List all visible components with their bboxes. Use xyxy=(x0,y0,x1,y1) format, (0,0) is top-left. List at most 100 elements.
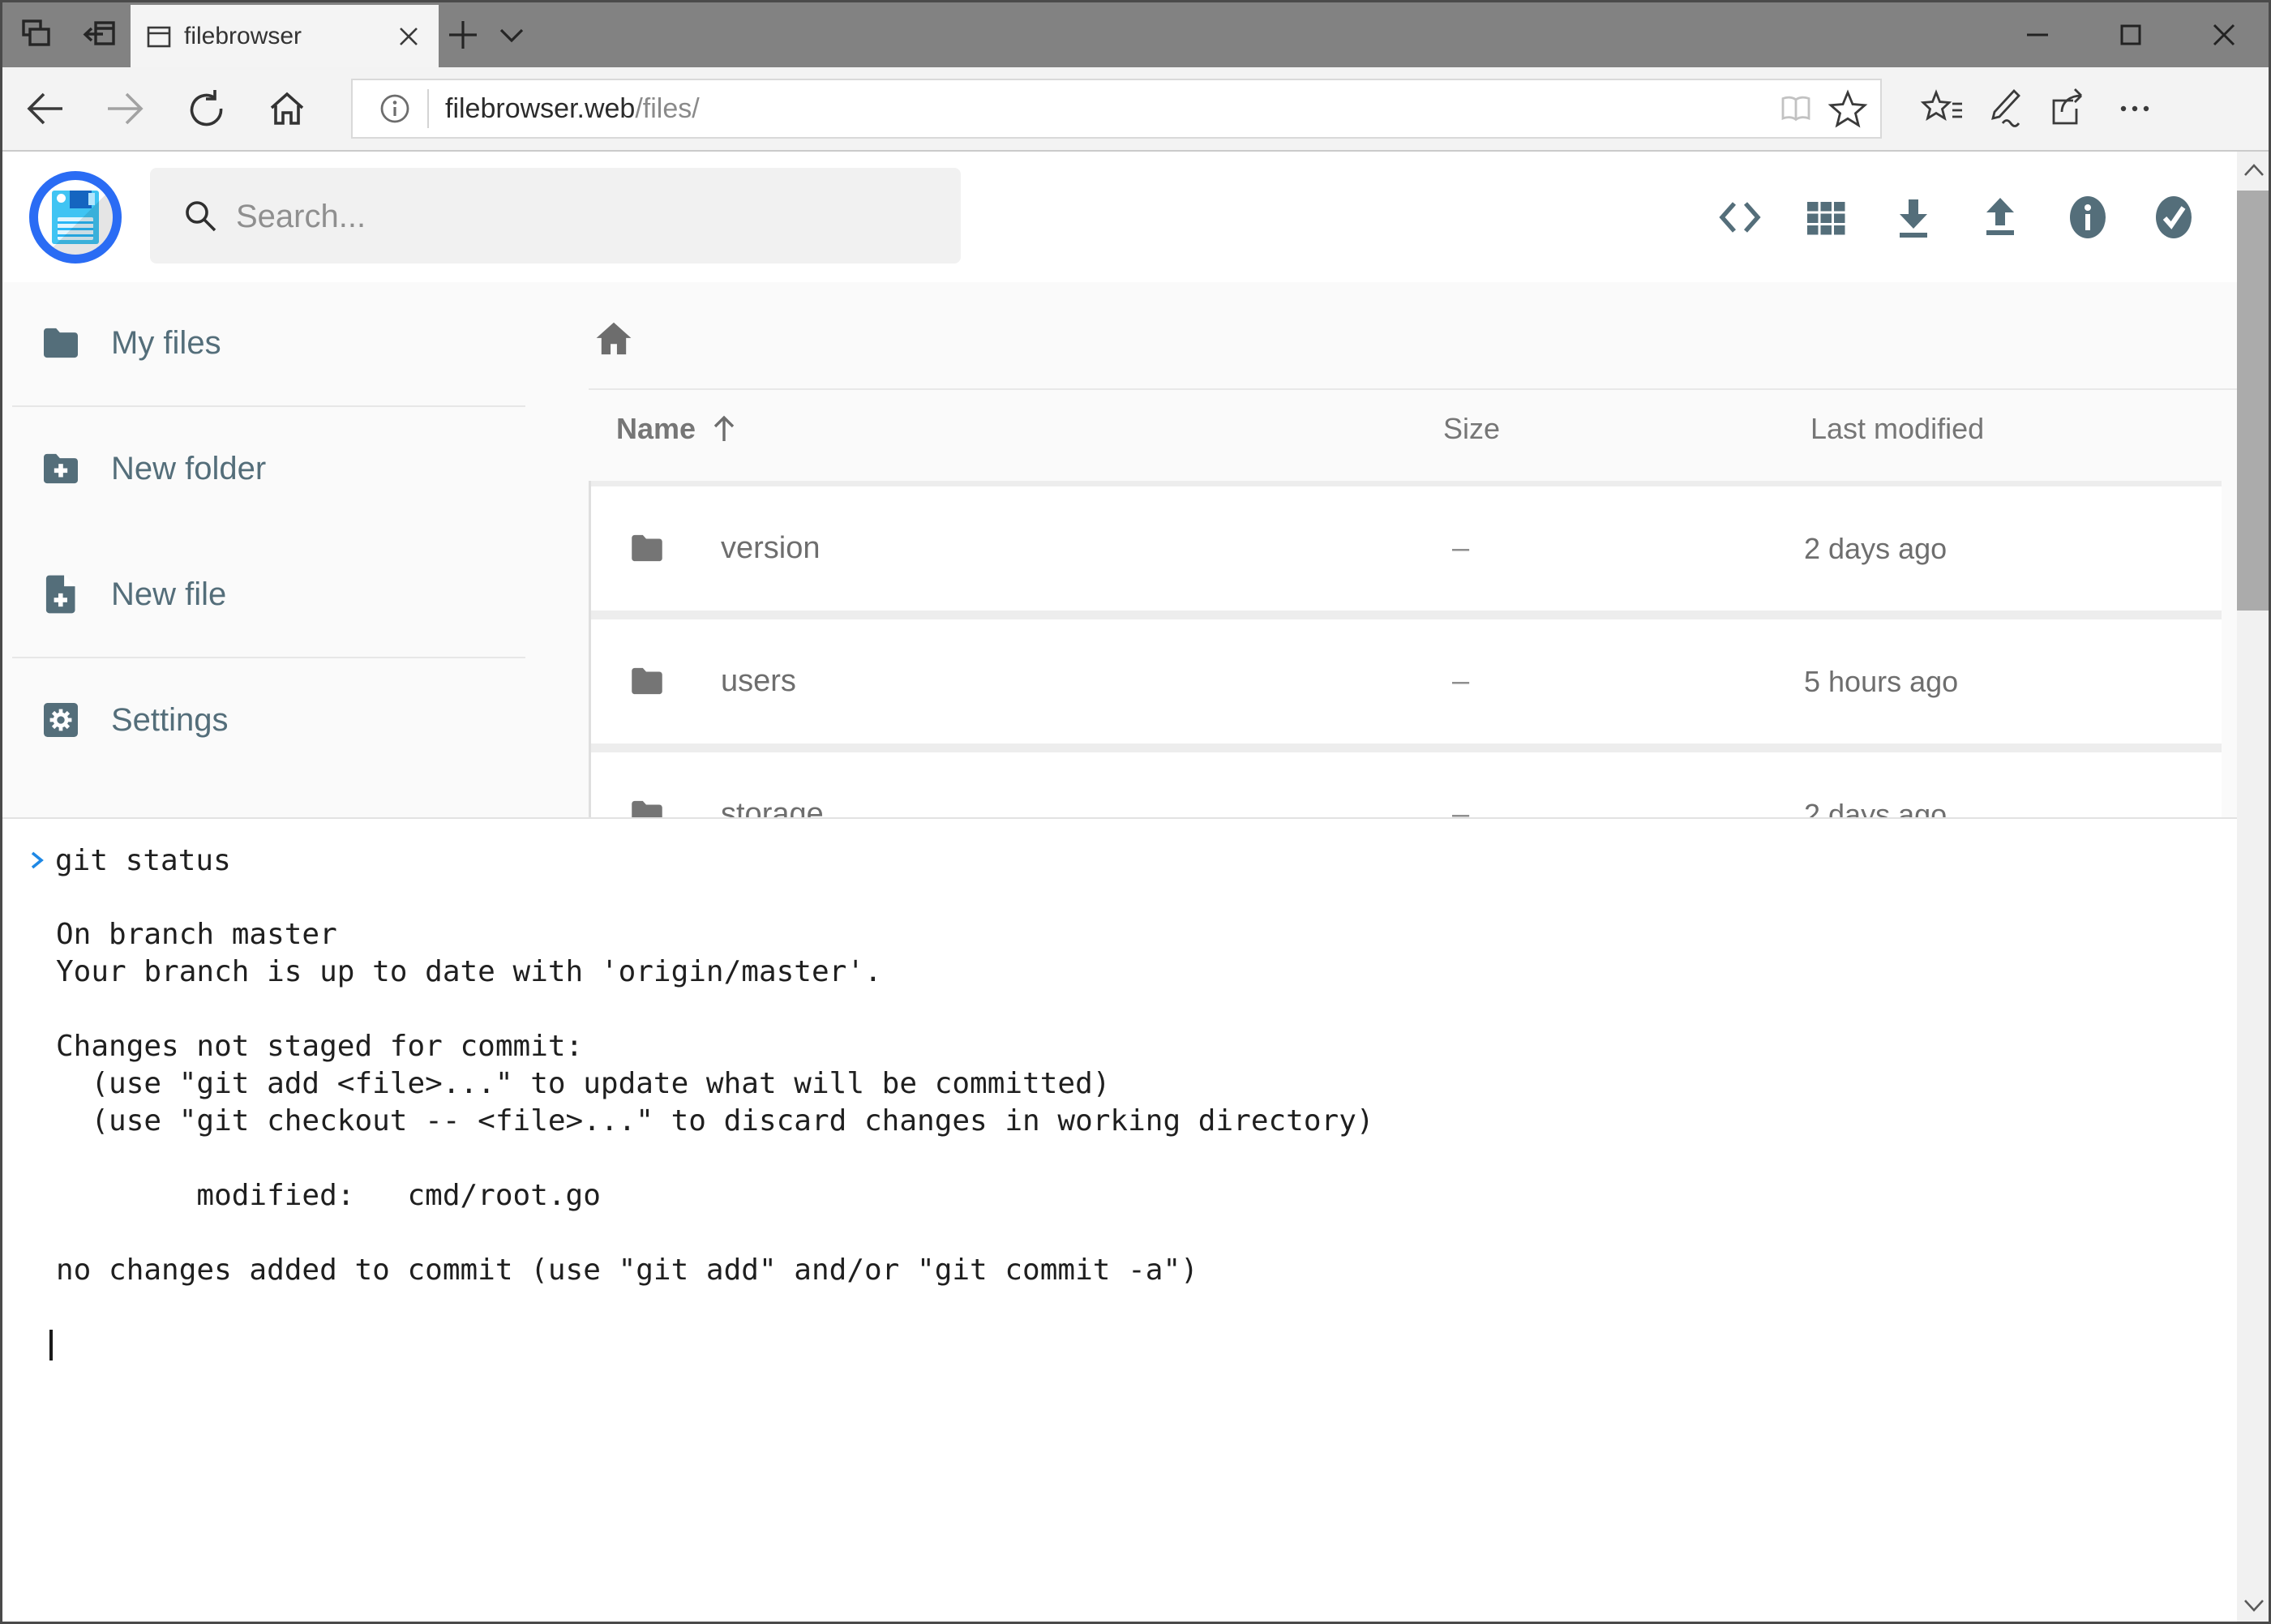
close-window-button[interactable] xyxy=(2198,9,2250,61)
sidebar-divider xyxy=(12,657,525,658)
share-icon xyxy=(2046,86,2091,131)
prompt-chevron-icon xyxy=(27,848,48,872)
search-box[interactable] xyxy=(150,168,961,264)
new-tab-button[interactable] xyxy=(440,12,486,58)
column-header-name[interactable]: Name xyxy=(616,412,739,446)
tab-filebrowser[interactable]: filebrowser xyxy=(131,5,439,67)
scrollbar-down-button[interactable] xyxy=(2237,1587,2271,1624)
folder-icon xyxy=(627,661,667,701)
hub-favorites-icon xyxy=(1920,86,1965,131)
check-circle-icon xyxy=(2149,192,2199,242)
raw-view-button[interactable] xyxy=(1713,191,1767,244)
back-button[interactable] xyxy=(20,84,71,134)
plus-icon xyxy=(446,18,480,52)
back-icon xyxy=(24,88,66,130)
gear-icon xyxy=(38,697,84,743)
column-header-size[interactable]: Size xyxy=(1443,412,1500,446)
file-plus-icon xyxy=(38,572,84,617)
terminal-panel[interactable]: git status On branch master Your branch … xyxy=(2,817,2238,1624)
url-text[interactable]: filebrowser.web/files/ xyxy=(445,80,700,137)
search-input[interactable] xyxy=(234,168,935,265)
set-tabs-aside-button[interactable] xyxy=(77,12,122,58)
search-icon xyxy=(181,196,220,235)
column-header-modified[interactable]: Last modified xyxy=(1810,412,1984,446)
sidebar-item-my-files[interactable]: My files xyxy=(2,315,525,371)
address-bar[interactable]: filebrowser.web/files/ xyxy=(351,79,1882,139)
code-brackets-icon xyxy=(1715,192,1765,242)
tab-preview-button[interactable] xyxy=(15,12,60,58)
download-button[interactable] xyxy=(1887,191,1940,244)
pen-icon xyxy=(1983,86,2029,131)
url-path: /files/ xyxy=(635,93,699,124)
minimize-button[interactable] xyxy=(2012,9,2063,61)
hub-button[interactable] xyxy=(1917,84,1968,134)
reading-view-icon[interactable] xyxy=(1776,89,1815,128)
listing-divider xyxy=(589,388,2238,390)
home-icon xyxy=(266,88,308,130)
download-icon xyxy=(1889,193,1938,242)
chevron-down-icon xyxy=(495,18,529,52)
maximize-button[interactable] xyxy=(2105,9,2157,61)
minimize-icon xyxy=(2023,20,2052,49)
file-size: – xyxy=(1452,619,1469,743)
sidebar-item-new-folder[interactable]: New folder xyxy=(2,440,525,497)
info-circle-icon xyxy=(2063,192,2113,242)
url-domain: filebrowser.web xyxy=(445,93,635,124)
share-button[interactable] xyxy=(2043,84,2093,134)
ellipsis-icon xyxy=(2112,86,2157,131)
file-name: users xyxy=(721,619,796,743)
tab-list-dropdown-button[interactable] xyxy=(489,12,534,58)
tab-bar: filebrowser xyxy=(2,2,2269,67)
grid-icon xyxy=(1802,194,1849,241)
home-button[interactable] xyxy=(262,84,312,134)
sidebar-divider xyxy=(12,405,525,407)
close-icon xyxy=(2209,20,2239,49)
file-modified: 5 hours ago xyxy=(1804,619,1958,743)
file-size: – xyxy=(1452,486,1469,611)
page-icon xyxy=(145,23,173,50)
web-note-button[interactable] xyxy=(1981,84,2031,134)
favorite-star-icon[interactable] xyxy=(1827,88,1869,130)
info-button[interactable] xyxy=(2061,191,2115,244)
upload-icon xyxy=(1976,193,2025,242)
set-tabs-aside-icon xyxy=(80,15,119,54)
settings-more-button[interactable] xyxy=(2110,84,2160,134)
folder-icon xyxy=(627,528,667,568)
forward-button[interactable] xyxy=(100,84,150,134)
folder-plus-icon xyxy=(38,446,84,491)
tab-title: filebrowser xyxy=(184,23,396,50)
page-scrollbar[interactable] xyxy=(2237,152,2271,1624)
sidebar-item-new-file[interactable]: New file xyxy=(2,566,525,623)
sort-ascending-icon xyxy=(709,413,739,444)
grid-view-button[interactable] xyxy=(1799,191,1853,244)
terminal-cursor xyxy=(49,1330,53,1360)
forward-icon xyxy=(104,88,146,130)
tab-close-button[interactable] xyxy=(396,24,421,49)
file-modified: 2 days ago xyxy=(1804,486,1947,611)
sidebar-item-label: New file xyxy=(111,576,226,613)
browser-window: filebrowser xyxy=(0,0,2271,1624)
filebrowser-logo[interactable] xyxy=(29,171,122,264)
tab-preview-icon xyxy=(18,15,57,54)
maximize-icon xyxy=(2116,20,2145,49)
upload-button[interactable] xyxy=(1973,191,2027,244)
scrollbar-thumb[interactable] xyxy=(2237,191,2271,611)
site-info-icon[interactable] xyxy=(375,89,414,128)
terminal-command: git status xyxy=(55,844,231,877)
sidebar-item-label: New folder xyxy=(111,451,266,487)
file-name: version xyxy=(721,486,821,611)
breadcrumb-home-icon[interactable] xyxy=(592,317,636,361)
refresh-button[interactable] xyxy=(182,84,232,134)
folder-icon xyxy=(38,320,84,366)
terminal-prompt-line: git status xyxy=(27,842,231,879)
scrollbar-up-button[interactable] xyxy=(2237,152,2271,189)
file-row-version[interactable]: version – 2 days ago xyxy=(591,486,2222,611)
refresh-icon xyxy=(186,88,228,130)
sidebar-item-settings[interactable]: Settings xyxy=(2,692,525,748)
sidebar-item-label: My files xyxy=(111,325,221,362)
address-separator xyxy=(427,89,429,128)
terminal-output: On branch master Your branch is up to da… xyxy=(56,879,1374,1289)
file-row-users[interactable]: users – 5 hours ago xyxy=(591,619,2222,743)
sidebar-item-label: Settings xyxy=(111,702,229,739)
select-multiple-button[interactable] xyxy=(2147,191,2200,244)
